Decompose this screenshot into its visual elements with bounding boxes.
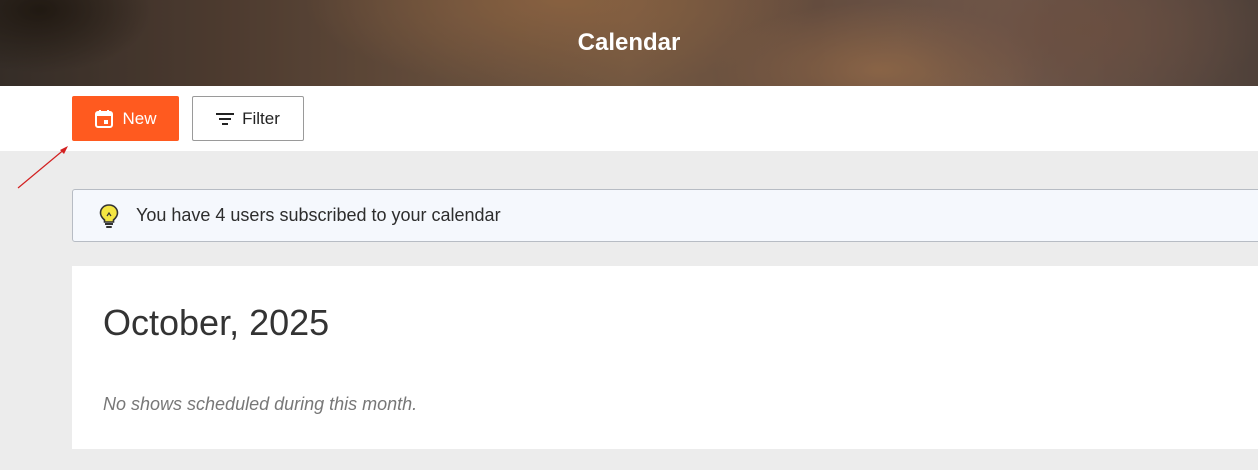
annotation-arrow <box>17 146 68 189</box>
new-button-label: New <box>122 108 157 128</box>
calendar-card: October, 2025 No shows scheduled during … <box>72 266 1258 449</box>
lightbulb-icon <box>98 203 120 229</box>
calendar-icon <box>94 109 114 129</box>
filter-icon <box>216 112 235 126</box>
subscribers-notice: You have 4 users subscribed to your cale… <box>72 189 1258 242</box>
month-title: October, 2025 <box>103 302 330 343</box>
empty-state-message: No shows scheduled during this month. <box>103 394 418 414</box>
filter-button-label: Filter <box>242 108 280 128</box>
notice-text: You have 4 users subscribed to your cale… <box>136 205 501 225</box>
filter-button[interactable]: Filter <box>192 96 304 141</box>
toolbar: New Filter <box>0 86 1258 151</box>
new-button[interactable]: New <box>72 96 179 141</box>
page-title: Calendar <box>577 29 681 56</box>
header-banner: Calendar <box>0 0 1258 86</box>
